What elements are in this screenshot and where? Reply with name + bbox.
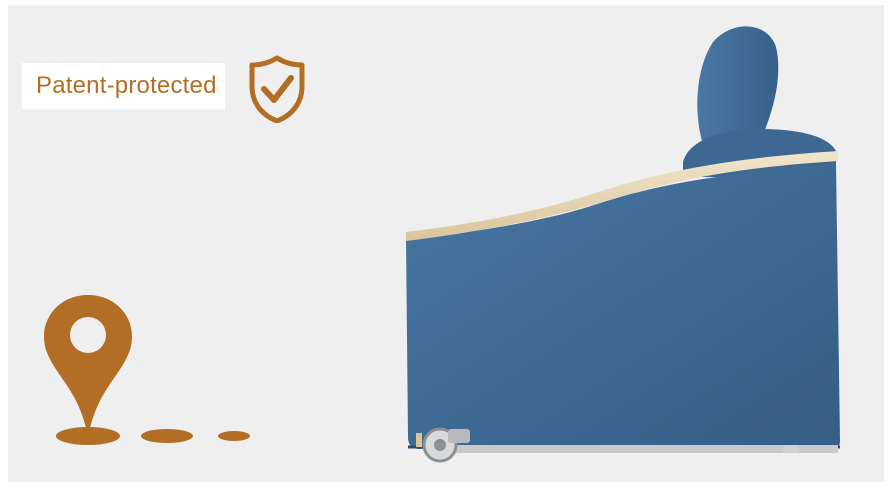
patent-badge-label: Patent-protected — [36, 72, 217, 99]
map-pin-icon — [44, 295, 250, 445]
shield-check-icon — [249, 55, 305, 123]
patent-badge: Patent-protected — [22, 63, 225, 109]
lift-chair-photo — [406, 26, 840, 463]
product-image-panel: Patent-protected — [8, 5, 884, 482]
patent-badge-box: Patent-protected — [22, 63, 225, 109]
